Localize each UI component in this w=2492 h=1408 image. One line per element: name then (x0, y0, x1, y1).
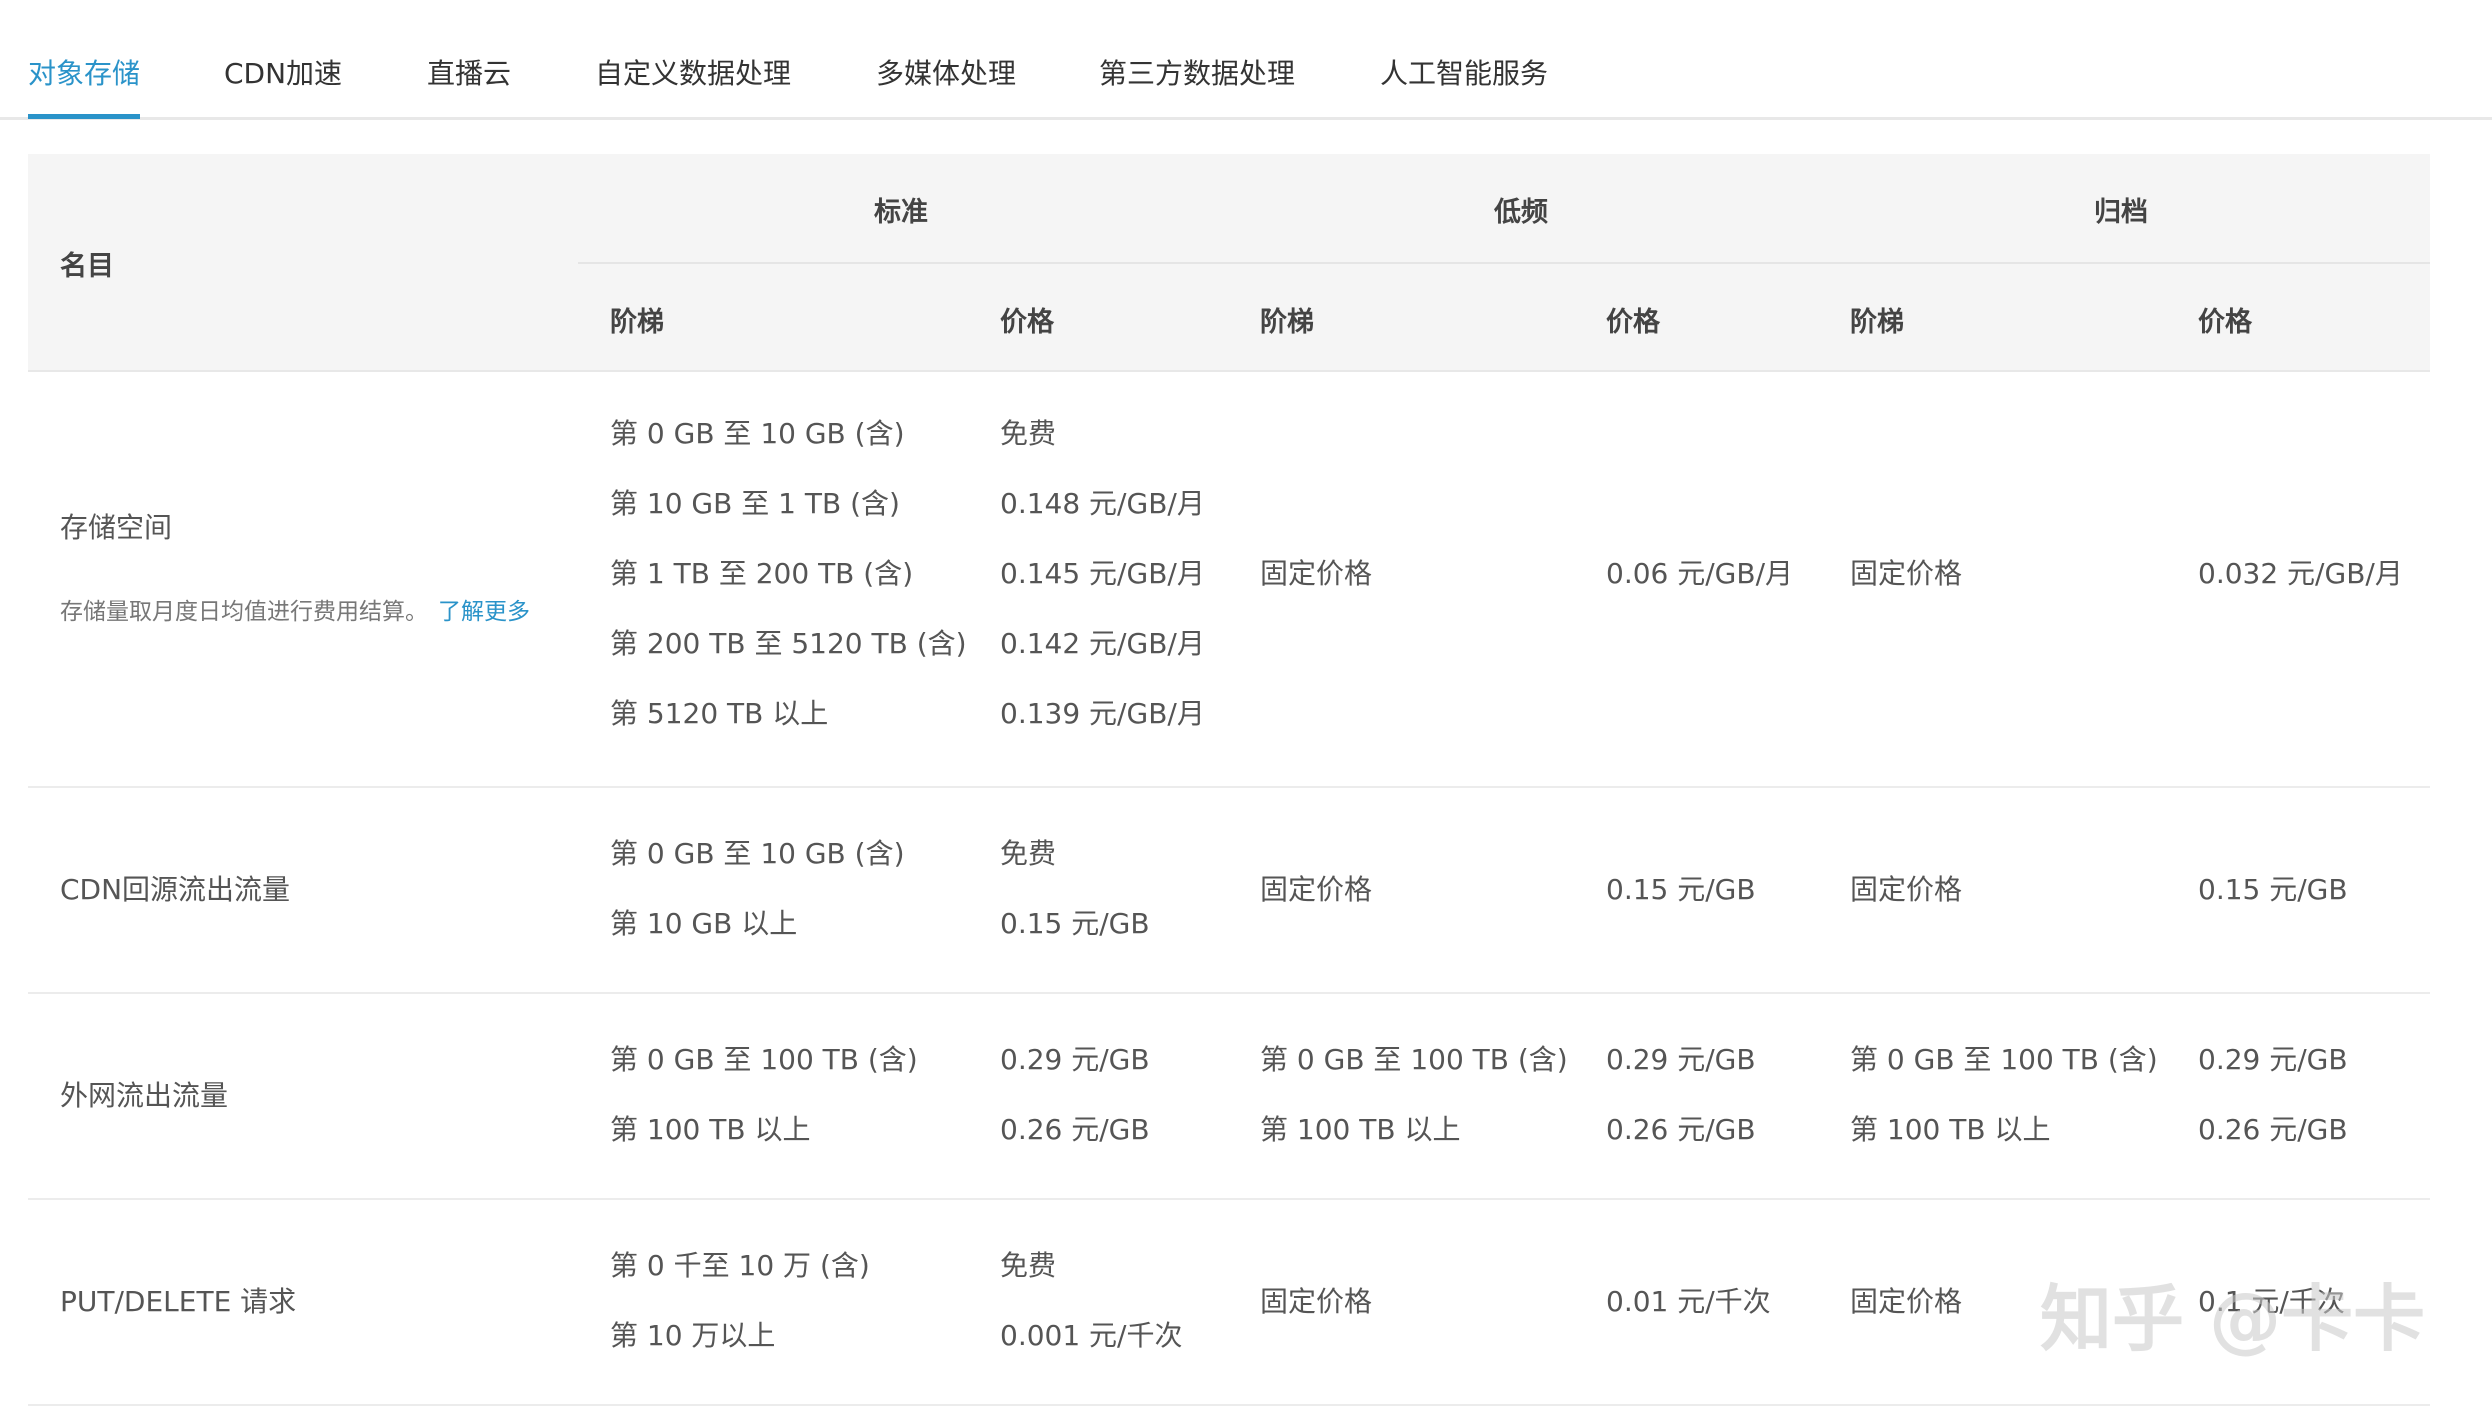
archive-price: 0.29 元/GB (2198, 1043, 2348, 1076)
learn-more-link[interactable]: 了解更多 (438, 599, 530, 625)
archive-tier: 固定价格 (1850, 873, 1963, 906)
standard-price: 0.145 元/GB/月 (1000, 557, 1205, 590)
lowfreq-tier: 固定价格 (1260, 557, 1373, 590)
lowfreq-price: 0.06 元/GB/月 (1606, 557, 1794, 590)
tab-live-cloud[interactable]: 直播云 (427, 50, 511, 98)
standard-price: 0.148 元/GB/月 (1000, 487, 1205, 520)
standard-tier: 第 10 万以上 (610, 1319, 776, 1352)
archive-tier: 第 100 TB 以上 (1850, 1113, 2051, 1146)
header-archive-price: 价格 (2198, 307, 2252, 338)
active-tab-indicator (28, 114, 140, 119)
header-group-standard: 标准 (874, 197, 928, 228)
table-row-outbound: 外网流出流量 第 0 GB 至 100 TB (含) 第 100 TB 以上 0… (28, 994, 2430, 1200)
tab-object-storage[interactable]: 对象存储 (28, 50, 140, 98)
standard-price: 0.001 元/千次 (1000, 1319, 1183, 1352)
standard-tier: 第 0 千至 10 万 (含) (610, 1249, 870, 1282)
header-name: 名目 (60, 251, 114, 282)
tab-multimedia-processing[interactable]: 多媒体处理 (876, 50, 1016, 98)
storage-note-text: 存储量取月度日均值进行费用结算。 (60, 599, 428, 625)
table-header: 名目 标准 低频 归档 阶梯 价格 阶梯 价格 阶梯 价格 (28, 154, 2430, 372)
header-archive-tier: 阶梯 (1850, 307, 1904, 338)
header-standard-price: 价格 (1000, 307, 1054, 338)
archive-tier: 第 0 GB 至 100 TB (含) (1850, 1043, 2158, 1076)
header-lowfreq-price: 价格 (1606, 307, 1660, 338)
watermark: 知乎 @卡卡 (2040, 1277, 2426, 1361)
archive-price: 0.032 元/GB/月 (2198, 557, 2403, 590)
lowfreq-tier: 固定价格 (1260, 873, 1373, 906)
standard-tier: 第 10 GB 以上 (610, 907, 798, 940)
standard-price: 免费 (1000, 417, 1057, 450)
standard-price: 0.15 元/GB (1000, 907, 1150, 940)
lowfreq-price: 0.01 元/千次 (1606, 1285, 1771, 1318)
header-divider (578, 262, 2430, 264)
row-name: CDN回源流出流量 (60, 873, 291, 906)
header-lowfreq-tier: 阶梯 (1260, 307, 1314, 338)
archive-price: 0.26 元/GB (2198, 1113, 2348, 1146)
tab-cdn[interactable]: CDN加速 (224, 50, 342, 98)
standard-price: 免费 (1000, 837, 1057, 870)
standard-price: 0.142 元/GB/月 (1000, 627, 1205, 660)
header-standard-tier: 阶梯 (610, 307, 664, 338)
lowfreq-price: 0.15 元/GB (1606, 873, 1756, 906)
header-group-archive: 归档 (2094, 197, 2148, 228)
pricing-table: 名目 标准 低频 归档 阶梯 价格 阶梯 价格 阶梯 价格 存储空间 存储量取月… (28, 154, 2430, 1408)
archive-tier: 固定价格 (1850, 1285, 1963, 1318)
standard-tier: 第 100 TB 以上 (610, 1113, 811, 1146)
lowfreq-tier: 第 100 TB 以上 (1260, 1113, 1461, 1146)
lowfreq-price: 0.26 元/GB (1606, 1113, 1756, 1146)
product-tabs: 对象存储 CDN加速 直播云 自定义数据处理 多媒体处理 第三方数据处理 人工智… (0, 0, 2492, 120)
lowfreq-tier: 第 0 GB 至 100 TB (含) (1260, 1043, 1568, 1076)
standard-tier: 第 0 GB 至 10 GB (含) (610, 417, 905, 450)
standard-price: 0.139 元/GB/月 (1000, 697, 1205, 730)
archive-tier: 固定价格 (1850, 557, 1963, 590)
lowfreq-price: 0.29 元/GB (1606, 1043, 1756, 1076)
tab-third-party-processing[interactable]: 第三方数据处理 (1099, 50, 1295, 98)
standard-tier: 第 1 TB 至 200 TB (含) (610, 557, 914, 590)
standard-price: 0.26 元/GB (1000, 1113, 1150, 1146)
standard-tier: 第 5120 TB 以上 (610, 697, 829, 730)
standard-price: 免费 (1000, 1249, 1057, 1282)
storage-note: 存储量取月度日均值进行费用结算。 了解更多 (60, 592, 530, 626)
row-name: PUT/DELETE 请求 (60, 1285, 297, 1318)
standard-tier: 第 200 TB 至 5120 TB (含) (610, 627, 967, 660)
row-name: 外网流出流量 (60, 1079, 229, 1112)
table-row-cdn: CDN回源流出流量 第 0 GB 至 10 GB (含) 第 10 GB 以上 … (28, 788, 2430, 994)
standard-tier: 第 10 GB 至 1 TB (含) (610, 487, 900, 520)
standard-tier: 第 0 GB 至 10 GB (含) (610, 837, 905, 870)
lowfreq-tier: 固定价格 (1260, 1285, 1373, 1318)
tab-custom-data-processing[interactable]: 自定义数据处理 (595, 50, 791, 98)
table-row-storage: 存储空间 存储量取月度日均值进行费用结算。 了解更多 第 0 GB 至 10 GB… (28, 372, 2430, 788)
header-group-lowfreq: 低频 (1494, 197, 1548, 228)
tab-ai-services[interactable]: 人工智能服务 (1380, 50, 1548, 98)
standard-tier: 第 0 GB 至 100 TB (含) (610, 1043, 918, 1076)
standard-price: 0.29 元/GB (1000, 1043, 1150, 1076)
archive-price: 0.15 元/GB (2198, 873, 2348, 906)
row-name: 存储空间 (60, 511, 173, 544)
